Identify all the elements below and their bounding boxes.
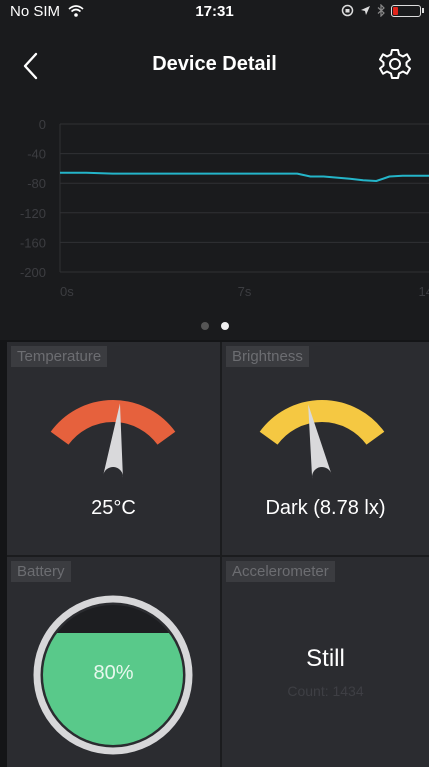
x-tick-label: 7s (238, 284, 252, 299)
y-tick-label: -200 (20, 265, 46, 280)
y-tick-label: 0 (39, 117, 46, 132)
battery-value: 80% (93, 662, 134, 684)
battery-fill (43, 633, 183, 745)
brightness-label: Brightness (226, 346, 309, 367)
status-icons (341, 4, 424, 17)
line-chart: 0 -40 -80 -120 -160 -200 0s 7s 14s (20, 117, 429, 299)
x-tick-label: 14s (419, 284, 429, 299)
accelerometer-tile[interactable]: Accelerometer Still Count: 1434 (222, 557, 429, 767)
temperature-tile[interactable]: Temperature 25°C (7, 342, 220, 555)
y-tick-label: -40 (27, 147, 46, 162)
x-tick-label: 0s (60, 284, 74, 299)
settings-button[interactable] (377, 46, 413, 82)
nav-bar: Device Detail (0, 34, 429, 100)
temperature-label: Temperature (11, 346, 108, 367)
temperature-value: 25°C (91, 497, 136, 519)
series-line (60, 171, 429, 182)
accelerometer-value: Still (306, 645, 345, 672)
bluetooth-icon (377, 4, 385, 17)
page-title: Device Detail (152, 53, 277, 75)
location-arrow-icon (361, 6, 370, 15)
y-tick-label: -160 (20, 235, 46, 250)
page-dot-2[interactable] (220, 322, 229, 330)
accelerometer-label: Accelerometer (226, 561, 335, 582)
page-dot-1[interactable] (200, 322, 209, 330)
status-bar: No SIM 17:31 (0, 0, 429, 34)
y-tick-label: -80 (27, 176, 46, 191)
y-tick-label: -120 (20, 206, 46, 221)
gear-icon (379, 49, 411, 79)
accelerometer-count: Count: 1434 (287, 683, 364, 699)
signal-chart[interactable]: 0 -40 -80 -120 -160 -200 0s 7s 14s (0, 100, 429, 340)
brightness-tile[interactable]: Brightness Dark (8.78 lx) (222, 342, 429, 555)
brightness-value: Dark (8.78 lx) (265, 497, 386, 519)
gauge-arc (259, 400, 385, 446)
battery-tile[interactable]: Battery 80% (7, 557, 220, 767)
rotation-lock-icon (341, 4, 354, 17)
battery-label: Battery (11, 561, 71, 582)
page-indicator (0, 322, 429, 330)
sensor-tiles: Temperature 25°C Brightness Dark (8.78 l… (7, 342, 429, 767)
battery-status-icon (391, 4, 424, 17)
